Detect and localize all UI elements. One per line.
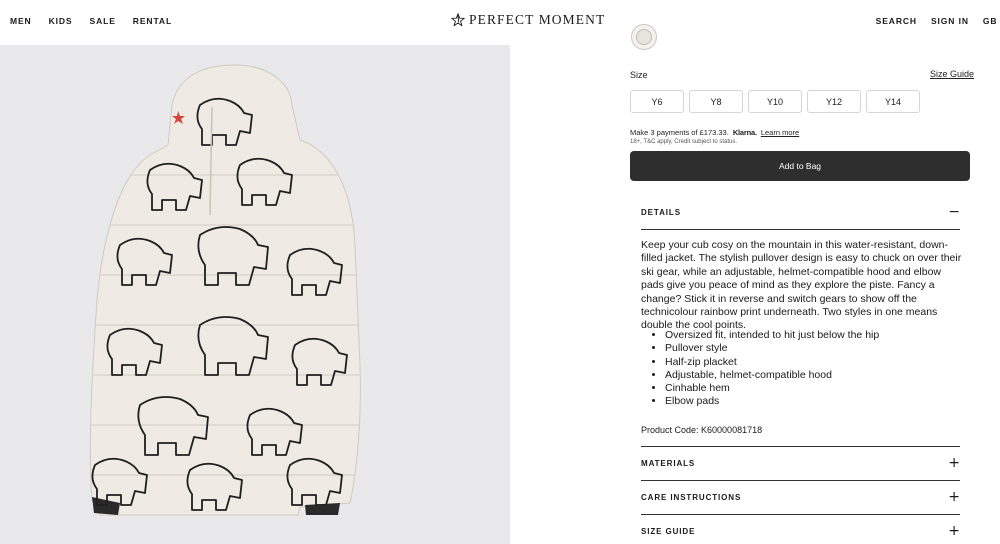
- divider: [641, 514, 960, 515]
- feature-item: Adjustable, helmet-compatible hood: [665, 369, 879, 382]
- feature-item: Cinhable hem: [665, 382, 879, 395]
- accordion-materials-title: MATERIALS: [641, 458, 696, 468]
- size-option-y8[interactable]: Y8: [689, 90, 743, 113]
- brand-logo[interactable]: PERFECT MOMENT: [451, 12, 605, 28]
- plus-icon: +: [948, 523, 960, 539]
- top-navigation: MEN KIDS SALE RENTAL PERFECT MOMENT SEAR…: [0, 0, 1000, 44]
- brand-name: PERFECT MOMENT: [469, 12, 606, 27]
- color-swatch[interactable]: [631, 24, 657, 50]
- plus-icon: +: [948, 455, 960, 471]
- feature-list: Oversized fit, intended to hit just belo…: [665, 329, 879, 409]
- klarna-learn-more-link[interactable]: Learn more: [761, 128, 799, 137]
- klarna-logo: Klarna.: [732, 128, 757, 137]
- divider: [641, 446, 960, 447]
- accordion-size-guide-title: SIZE GUIDE: [641, 526, 696, 536]
- size-selector: Y6 Y8 Y10 Y12 Y14: [630, 90, 925, 113]
- accordion-details-title: DETAILS: [641, 207, 681, 217]
- product-image[interactable]: [0, 45, 510, 544]
- size-option-y14[interactable]: Y14: [866, 90, 920, 113]
- product-code: Product Code: K60000081718: [641, 425, 763, 435]
- accordion-details-header[interactable]: DETAILS −: [641, 202, 960, 222]
- add-to-bag-button[interactable]: Add to Bag: [630, 151, 970, 181]
- main-menu: MEN KIDS SALE RENTAL: [10, 16, 189, 26]
- size-label: Size: [630, 70, 648, 80]
- nav-rental[interactable]: RENTAL: [133, 16, 172, 26]
- jacket-illustration: [89, 64, 361, 516]
- klarna-installments: Make 3 payments of £173.33. Klarna. Lear…: [630, 128, 799, 137]
- nav-kids[interactable]: KIDS: [49, 16, 73, 26]
- divider: [641, 480, 960, 481]
- size-guide-link[interactable]: Size Guide: [930, 69, 974, 79]
- feature-item: Pullover style: [665, 342, 879, 355]
- feature-item: Oversized fit, intended to hit just belo…: [665, 329, 879, 342]
- feature-item: Half-zip placket: [665, 356, 879, 369]
- divider: [641, 229, 960, 230]
- accordion-materials-header[interactable]: MATERIALS +: [641, 453, 960, 473]
- nav-search[interactable]: SEARCH: [876, 16, 917, 26]
- size-option-y12[interactable]: Y12: [807, 90, 861, 113]
- nav-men[interactable]: MEN: [10, 16, 32, 26]
- product-description: Keep your cub cosy on the mountain in th…: [641, 239, 962, 332]
- klarna-text: Make 3 payments of £173.33.: [630, 128, 729, 137]
- nav-sign-in[interactable]: SIGN IN: [931, 16, 969, 26]
- klarna-disclaimer: 18+, T&C apply, Credit subject to status…: [630, 139, 737, 145]
- plus-icon: +: [948, 489, 960, 505]
- feature-item: Elbow pads: [665, 395, 879, 408]
- size-option-y6[interactable]: Y6: [630, 90, 684, 113]
- accordion-size-guide-header[interactable]: SIZE GUIDE +: [641, 521, 960, 541]
- star-logo-icon: [451, 13, 465, 27]
- nav-sale[interactable]: SALE: [90, 16, 116, 26]
- accordion-care-header[interactable]: CARE INSTRUCTIONS +: [641, 487, 960, 507]
- nav-region[interactable]: GB /: [983, 16, 1000, 26]
- accordion-care-title: CARE INSTRUCTIONS: [641, 492, 742, 502]
- utility-menu: SEARCH SIGN IN GB /: [862, 16, 1000, 26]
- minus-icon: −: [948, 204, 960, 220]
- size-option-y10[interactable]: Y10: [748, 90, 802, 113]
- color-swatch-fill: [636, 29, 652, 45]
